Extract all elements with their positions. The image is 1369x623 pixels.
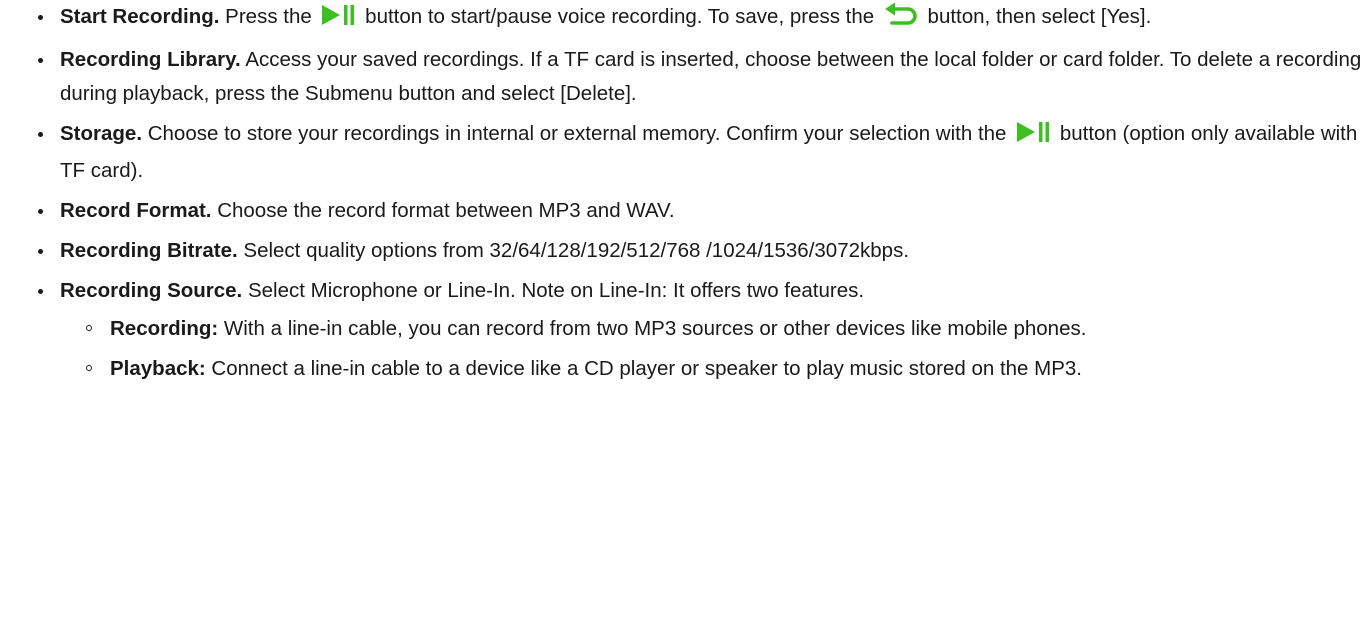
item-text: Select Microphone or Line-In. Note on Li… [242, 279, 865, 302]
item-title: Recording Library. [60, 48, 241, 71]
item-text: Connect a line-in cable to a device like… [205, 357, 1082, 380]
recording-features-list: Start Recording. Press the button to sta… [30, 0, 1369, 386]
item-title: Recording Bitrate. [60, 239, 238, 262]
sublist-item-playback: Playback: Connect a line-in cable to a d… [60, 352, 1360, 386]
item-text: Press the [219, 5, 318, 28]
list-item-record-format: Record Format. Choose the record format … [30, 194, 1369, 228]
item-title: Storage. [60, 122, 143, 145]
back-arrow-icon [884, 2, 918, 37]
item-title: Record Format. [60, 199, 212, 222]
item-text: With a line-in cable, you can record fro… [218, 317, 1087, 340]
list-item-start-recording: Start Recording. Press the button to sta… [30, 0, 1369, 37]
item-text: button to start/pause voice recording. T… [359, 5, 880, 28]
list-item-recording-library: Recording Library. Access your saved rec… [30, 43, 1369, 111]
sublist-item-recording: Recording: With a line-in cable, you can… [60, 312, 1360, 346]
item-text: button, then select [Yes]. [921, 5, 1152, 28]
list-item-storage: Storage. Choose to store your recordings… [30, 117, 1369, 188]
instructions-page: Start Recording. Press the button to sta… [0, 0, 1369, 623]
item-text: Access your saved recordings. If a TF ca… [60, 48, 1362, 105]
item-title: Recording Source. [60, 279, 243, 302]
play-pause-icon [1016, 120, 1050, 154]
item-text: Choose to store your recordings in inter… [142, 122, 1013, 145]
item-text: Choose the record format between MP3 and… [211, 199, 675, 222]
item-title: Playback: [110, 357, 206, 380]
list-item-recording-bitrate: Recording Bitrate. Select quality option… [30, 234, 1369, 268]
play-pause-icon [321, 3, 355, 37]
item-text: Select quality options from 32/64/128/19… [237, 239, 910, 262]
list-item-recording-source: Recording Source. Select Microphone or L… [30, 274, 1369, 386]
recording-source-sublist: Recording: With a line-in cable, you can… [60, 312, 1369, 386]
item-title: Recording: [110, 317, 219, 340]
item-title: Start Recording. [60, 5, 220, 28]
